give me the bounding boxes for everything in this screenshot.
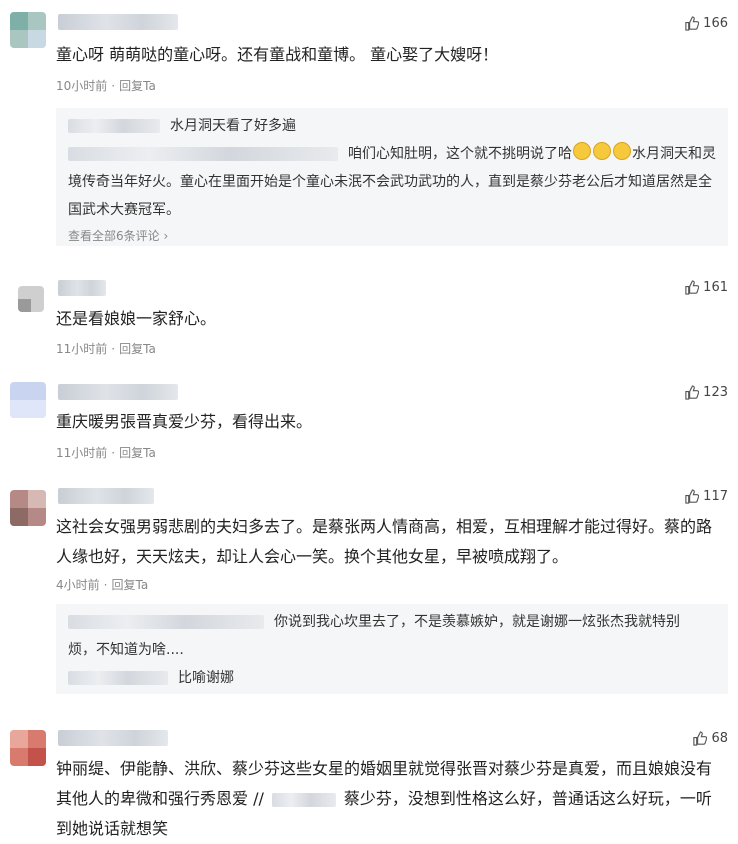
view-all-replies-link[interactable]: 查看全部6条评论 › (56, 224, 728, 248)
timestamp: 10小时前 (56, 79, 108, 93)
comment-text: 这社会女强男弱悲剧的夫妇多去了。是蔡张两人情商高，相爱，互相理解才能过得好。蔡的… (56, 517, 713, 566)
comment-text: 钟丽缇、伊能静、洪欣、蔡少芬这些女星的婚姻里就觉得张晋对蔡少芬是真爱，而且娘娘没… (56, 754, 718, 844)
timestamp: 11小时前 (56, 446, 108, 460)
reply-username[interactable] (68, 119, 160, 133)
reply-username[interactable] (68, 671, 168, 685)
username[interactable] (58, 14, 178, 30)
thumbs-up-icon (685, 16, 700, 31)
grin-emoji-icon (573, 142, 591, 160)
chevron-right-icon: › (163, 229, 169, 243)
timestamp: 4小时前 (56, 578, 100, 592)
reply-link[interactable]: 回复Ta (119, 342, 156, 356)
avatar[interactable] (10, 730, 46, 766)
like-button[interactable]: 161 (684, 280, 728, 295)
like-count: 161 (703, 280, 728, 295)
thumbs-up-icon (693, 731, 708, 746)
reply-text: 水月洞天看了好多遍 (170, 118, 296, 134)
like-button[interactable]: 166 (684, 16, 728, 31)
comment-text: 还是看娘娘一家舒心。 (56, 309, 217, 328)
reply-link[interactable]: 回复Ta (111, 578, 148, 592)
like-button[interactable]: 123 (684, 385, 728, 400)
reply-item: 你说到我心坎里去了，不是羡慕嫉妒，就是谢娜一炫张杰我就特别烦，不知道为啥.... (56, 608, 728, 664)
reply-item: 水月洞天看了好多遍 (56, 112, 728, 140)
reply-text: 咱们心知肚明，这个就不挑明说了哈 (348, 146, 572, 162)
comment-meta: 4小时前 · 回复Ta (56, 578, 149, 592)
reply-box: 水月洞天看了好多遍 咱们心知肚明，这个就不挑明说了哈 水月洞天和灵境传奇当年好火。… (56, 108, 728, 246)
grin-emoji-icon (593, 142, 611, 160)
username[interactable] (58, 730, 168, 746)
avatar[interactable] (10, 12, 46, 48)
reply-link[interactable]: 回复Ta (119, 79, 156, 93)
comment-meta: 11小时前 · 回复Ta (56, 446, 156, 460)
reply-link[interactable]: 回复Ta (119, 446, 156, 460)
thumbs-up-icon (685, 280, 700, 295)
comment-text: 重庆暖男張晋真爱少芬，看得出来。 (56, 412, 313, 431)
timestamp: 11小时前 (56, 342, 108, 356)
grin-emoji-icon (613, 142, 631, 160)
like-count: 123 (703, 385, 728, 400)
like-button[interactable]: 68 (692, 731, 728, 746)
thumbs-up-icon (685, 385, 700, 400)
username[interactable] (58, 488, 154, 504)
reply-item: 咱们心知肚明，这个就不挑明说了哈 水月洞天和灵境传奇当年好火。童心在里面开始是个童… (56, 140, 728, 224)
username[interactable] (58, 384, 178, 400)
like-count: 68 (711, 731, 728, 746)
thumbs-up-icon (685, 489, 700, 504)
reply-item: 比喻谢娜 (56, 664, 728, 692)
like-count: 166 (703, 16, 728, 31)
comment-text: 童心呀 萌萌哒的童心呀。还有童战和童博。 童心娶了大嫂呀！ (56, 45, 499, 64)
reply-username[interactable] (68, 147, 338, 161)
comment-meta: 11小时前 · 回复Ta (56, 342, 156, 356)
mention-username[interactable] (271, 792, 336, 807)
comment-meta: 10小时前 · 回复Ta (56, 79, 156, 93)
like-button[interactable]: 117 (684, 489, 728, 504)
avatar[interactable] (10, 382, 46, 418)
avatar[interactable] (10, 490, 46, 526)
reply-username[interactable] (68, 615, 264, 629)
avatar[interactable] (18, 286, 44, 312)
username[interactable] (58, 280, 106, 296)
reply-text: 比喻谢娜 (178, 670, 234, 686)
like-count: 117 (703, 489, 728, 504)
reply-box: 你说到我心坎里去了，不是羡慕嫉妒，就是谢娜一炫张杰我就特别烦，不知道为啥....… (56, 604, 728, 694)
